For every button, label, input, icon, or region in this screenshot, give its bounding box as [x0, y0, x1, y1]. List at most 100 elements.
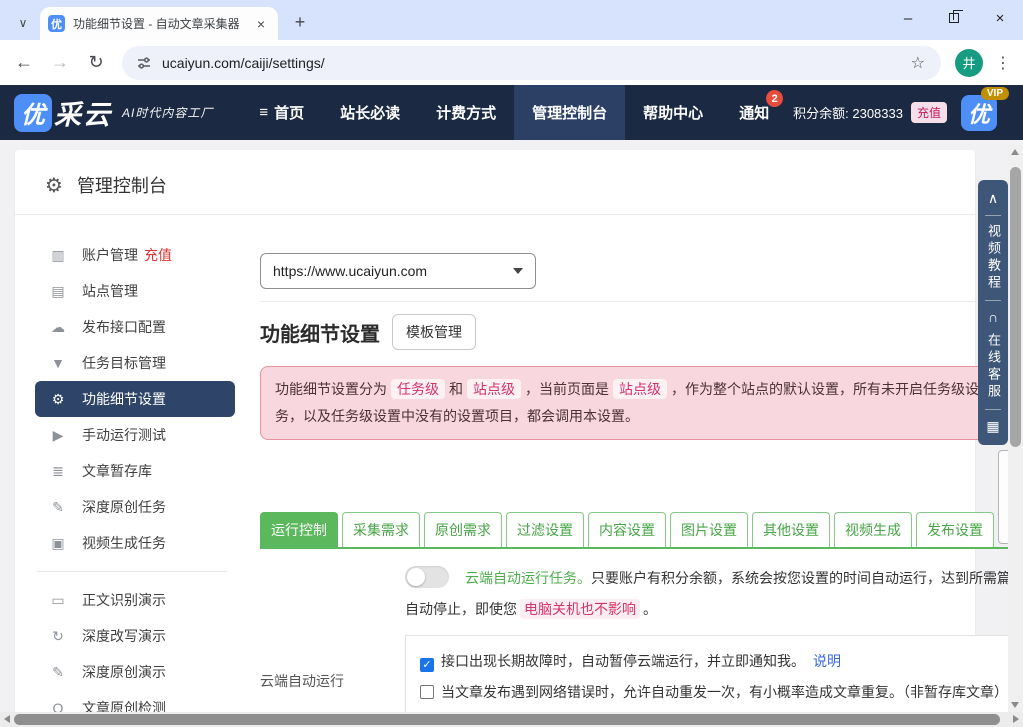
site-level-badge: 站点级 [467, 379, 521, 399]
site-select-value: https://www.ucaiyun.com [273, 263, 513, 279]
settings-tab[interactable]: 视频生成 [834, 512, 912, 547]
pause-on-failure-label: 接口出现长期故障时，自动暂停云端运行，并立即通知我。 [441, 653, 805, 669]
settings-tab[interactable]: 其他设置 [752, 512, 830, 547]
option-row: 当文章发布遇到网络错误时，允许自动重发一次，有小概率造成文章重复。（非暂存库文章… [420, 677, 1023, 708]
edit-icon: ✎ [47, 499, 69, 516]
explain-link[interactable]: 说明 [813, 653, 841, 669]
tab-search-chevron-icon[interactable]: ∨ [8, 10, 38, 36]
headset-icon[interactable]: ∩ [988, 309, 998, 325]
server-icon: ▤ [47, 283, 69, 300]
scroll-left-arrow[interactable] [4, 715, 10, 723]
address-bar[interactable]: ucaiyun.com/caiji/settings/ ☆ [122, 46, 941, 80]
navbar-menu-item[interactable]: ≡ 首页 [241, 85, 322, 140]
sidebar-item-label: 账户管理 [82, 245, 138, 265]
edit-icon: ✎ [47, 664, 69, 681]
scroll-down-arrow[interactable] [1011, 702, 1019, 708]
horizontal-scrollbar[interactable] [0, 712, 1023, 727]
vertical-scrollbar[interactable] [1008, 145, 1023, 712]
template-manage-button[interactable]: 模板管理 [392, 314, 476, 350]
alert-text: 和 [449, 381, 463, 397]
sidebar-item[interactable]: ≣ 文章暂存库 [35, 453, 235, 489]
settings-tab[interactable]: 发布设置 [916, 512, 994, 547]
sidebar-item-label: 功能细节设置 [82, 389, 166, 409]
pause-on-failure-checkbox[interactable]: ✓ [420, 658, 434, 672]
forward-button[interactable]: → [44, 47, 76, 79]
restore-button[interactable] [931, 0, 977, 36]
sidebar-item[interactable]: ✎ 深度原创演示 [35, 654, 235, 690]
sidebar-item[interactable]: ⚙ 功能细节设置 [35, 381, 235, 417]
sidebar-item[interactable]: ▭ 正文识别演示 [35, 582, 235, 618]
back-button[interactable]: ← [8, 47, 40, 79]
navbar-menu-item[interactable]: 站长必读 [322, 85, 418, 140]
vip-badge: VIP [981, 87, 1009, 100]
sidebar-item[interactable]: ▣ 视频生成任务 [35, 525, 235, 561]
sidebar-item[interactable]: ▶ 手动运行测试 [35, 417, 235, 453]
filter-icon: ▼ [47, 355, 69, 371]
sidebar-item[interactable]: ☁ 发布接口配置 [35, 309, 235, 345]
sidebar-item[interactable]: ✎ 深度原创任务 [35, 489, 235, 525]
navbar-menu-item[interactable]: 计费方式 [418, 85, 514, 140]
gear-icon: ⚙ [45, 173, 63, 198]
sidebar-item[interactable]: ▤ 站点管理 [35, 273, 235, 309]
navbar-menu: ≡ 首页 站长必读 计费方式 管理控制 [241, 85, 787, 140]
divider [260, 301, 1023, 302]
profile-avatar[interactable]: 井 [955, 49, 983, 77]
tab-title: 功能细节设置 - 自动文章采集器 [73, 15, 244, 32]
notification-badge: 2 [766, 90, 783, 107]
close-button[interactable]: × [977, 0, 1023, 36]
chevron-up-icon[interactable]: ∧ [988, 190, 998, 207]
navbar-menu-label: 计费方式 [436, 102, 496, 123]
settings-level-alert: 功能细节设置分为任务级和站点级，当前页面是站点级，作为整个站点的默认设置，所有未… [260, 366, 1023, 440]
scroll-up-arrow[interactable] [1011, 149, 1019, 155]
sidebar-item-label: 视频生成任务 [82, 533, 166, 553]
scroll-right-arrow[interactable] [1013, 715, 1019, 723]
sidebar-item[interactable]: ▼ 任务目标管理 [35, 345, 235, 381]
user-app-icon[interactable]: 优 VIP [961, 95, 997, 131]
reload-button[interactable]: ↻ [80, 47, 112, 79]
alert-text: ，当前页面是 [525, 381, 609, 397]
divider [985, 215, 1001, 216]
settings-tab[interactable]: 运行控制 [260, 512, 338, 547]
settings-tab[interactable]: 原创需求 [424, 512, 502, 547]
sidebar-item-label: 站点管理 [82, 281, 138, 301]
browser-menu-icon[interactable]: ⋮ [991, 47, 1015, 79]
spacer [260, 563, 405, 625]
url-text[interactable]: ucaiyun.com/caiji/settings/ [162, 55, 901, 71]
video-tutorial-link[interactable]: 视频教程 [978, 224, 1008, 292]
video-icon: ▣ [47, 535, 69, 552]
auto-resend-checkbox[interactable] [420, 685, 434, 699]
bookmark-star-icon[interactable]: ☆ [911, 53, 927, 73]
tab-close-icon[interactable]: × [252, 15, 270, 33]
sidebar-item[interactable]: ↻ 深度改写演示 [35, 618, 235, 654]
site-info-icon[interactable] [136, 55, 152, 71]
favicon: 优 [48, 15, 65, 32]
browser-tab[interactable]: 优 功能细节设置 - 自动文章采集器 × [40, 7, 278, 40]
titlebar: ∨ 优 功能细节设置 - 自动文章采集器 × + – × [0, 0, 1023, 40]
cloud-run-toggle[interactable] [405, 566, 449, 588]
sidebar-recharge-link[interactable]: 充值 [144, 245, 172, 265]
monitor-icon: ▭ [47, 592, 69, 609]
settings-tab[interactable]: 采集需求 [342, 512, 420, 547]
site-logo-icon[interactable]: 优 [14, 94, 52, 132]
auto-resend-label: 当文章发布遇到网络错误时，允许自动重发一次，有小概率造成文章重复。（非暂存库文章… [441, 684, 1008, 700]
settings-tabs: 运行控制 采集需求 原创需求 过滤设置 内容设置 图片设置 [260, 450, 1023, 549]
navbar-menu-item[interactable]: 帮助中心 [625, 85, 721, 140]
navbar-menu-label: 帮助中心 [643, 102, 703, 123]
qr-code-icon[interactable]: ▦ [986, 418, 999, 435]
settings-tab[interactable]: 过滤设置 [506, 512, 584, 547]
minimize-button[interactable]: – [885, 0, 931, 36]
settings-tab[interactable]: 内容设置 [588, 512, 666, 547]
settings-tab[interactable]: 图片设置 [670, 512, 748, 547]
site-logo-text[interactable]: 采云 [54, 93, 112, 132]
site-select[interactable]: https://www.ucaiyun.com [260, 253, 536, 289]
horizontal-scroll-thumb[interactable] [14, 714, 1000, 725]
toggle-knob [407, 568, 425, 586]
new-tab-button[interactable]: + [286, 8, 314, 36]
recharge-button[interactable]: 充值 [911, 102, 947, 123]
browser-window: ∨ 优 功能细节设置 - 自动文章采集器 × + – × ← → ↻ ucaiy… [0, 0, 1023, 727]
online-service-link[interactable]: 在线客服 [978, 333, 1008, 401]
navbar-menu-item[interactable]: 通知 2 [721, 85, 787, 140]
sidebar-item[interactable]: ▥ 账户管理 充值 [35, 237, 235, 273]
vertical-scroll-thumb[interactable] [1010, 167, 1021, 447]
navbar-menu-item[interactable]: 管理控制台 [514, 85, 625, 140]
